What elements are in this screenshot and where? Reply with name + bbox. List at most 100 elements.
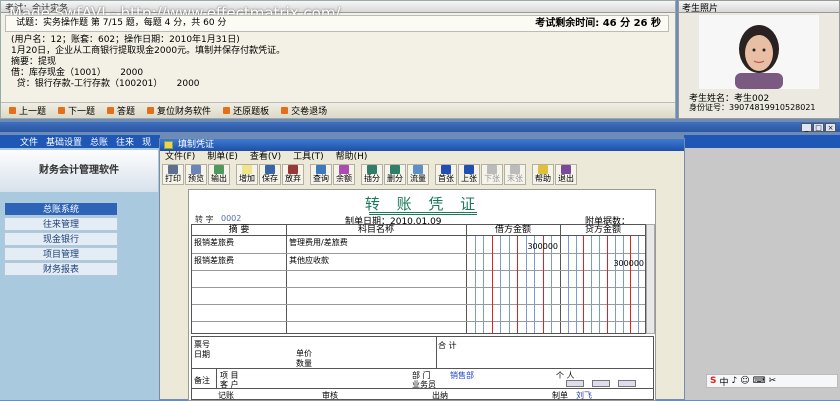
toolbar-button-0[interactable]: 打印 [162, 164, 184, 185]
nav-ledger-system[interactable]: 总账系统 [4, 202, 118, 216]
close-icon[interactable]: × [825, 123, 836, 132]
toolbar-label: 余额 [336, 174, 352, 183]
candidate-photo [699, 15, 819, 89]
row1-debit[interactable]: 300000 [492, 242, 558, 251]
next-question-button[interactable]: 下一题 [58, 104, 95, 117]
toolbar-label: 输出 [211, 174, 227, 183]
ime-mode[interactable]: 中 [719, 375, 728, 388]
candidate-id: 身份证号：39074819910528021 [689, 103, 816, 112]
grid-scrollbar[interactable] [646, 224, 655, 334]
menu-ledger[interactable]: 总账 [90, 135, 108, 148]
footer-divider [436, 337, 437, 368]
toolbar-button-16[interactable]: 退出 [555, 164, 577, 185]
card-icon[interactable] [592, 380, 610, 387]
ime-tool-icon[interactable]: ✂ [769, 376, 777, 386]
voucher-number[interactable]: 0002 [221, 214, 241, 223]
menu-file[interactable]: 文件 [20, 135, 38, 148]
card-icon[interactable] [566, 380, 584, 387]
toolbar-button-14[interactable]: 末张 [504, 164, 526, 185]
col-divider [466, 225, 467, 333]
dlg-menu-help[interactable]: 帮助(H) [336, 152, 368, 163]
toolbar-button-9[interactable]: 删分 [384, 164, 406, 185]
toolbar-label: 帮助 [535, 174, 551, 183]
nav-cash-bank[interactable]: 现金银行 [4, 232, 118, 246]
restore-board-button[interactable]: 还原题板 [223, 104, 269, 117]
voucher-form: 转 账 凭 证 转 字 0002 制单日期：2010.01.09 附单据数： 摘… [188, 189, 656, 401]
nav-reports[interactable]: 财务报表 [4, 262, 118, 276]
ime-sound-icon[interactable]: ♪ [732, 376, 738, 386]
toolbar-button-10[interactable]: 流量 [407, 164, 429, 185]
dlg-menu-make[interactable]: 制单(E) [207, 152, 238, 163]
money-gridline [591, 236, 593, 333]
toolbar-label: 删分 [387, 174, 403, 183]
submit-exit-button[interactable]: 交卷退场 [281, 104, 327, 117]
toolbar-label: 预览 [188, 174, 204, 183]
toolbar-button-15[interactable]: 帮助 [532, 164, 554, 185]
card-icon[interactable] [618, 380, 636, 387]
row1-account[interactable]: 管理费用/差旅费 [289, 237, 348, 248]
answer-button[interactable]: 答题 [107, 104, 135, 117]
toolbar-icon [242, 165, 252, 174]
row-divider [192, 321, 645, 322]
menu-receivables[interactable]: 往来 [116, 135, 134, 148]
toolbar-button-8[interactable]: 插分 [361, 164, 383, 185]
reset-software-button[interactable]: 复位财务软件 [147, 104, 211, 117]
dlg-menu-file[interactable]: 文件(F) [165, 152, 195, 163]
ime-emoji-icon[interactable]: ☺ [740, 376, 749, 386]
row-divider [192, 270, 645, 271]
toolbar-button-6[interactable]: 查询 [310, 164, 332, 185]
dialog-title: 填制凭证 [160, 139, 684, 151]
toolbar-icon [214, 165, 224, 174]
toolbar-button-2[interactable]: 输出 [208, 164, 230, 185]
app-title-bar [0, 122, 840, 132]
toolbar-icon [441, 165, 451, 174]
dlg-menu-view[interactable]: 查看(V) [250, 152, 281, 163]
toolbar-button-1[interactable]: 预览 [185, 164, 207, 185]
row2-account[interactable]: 其他应收款 [289, 255, 329, 266]
toolbar-button-7[interactable]: 余额 [333, 164, 355, 185]
voucher-title: 转 账 凭 证 [364, 195, 482, 213]
nav-list: 总账系统 往来管理 现金银行 项目管理 财务报表 [4, 202, 118, 277]
toolbar-icon [265, 165, 275, 174]
nav-projects[interactable]: 项目管理 [4, 247, 118, 261]
photo-panel-title: 考生照片 [679, 1, 839, 14]
dlg-menu-tools[interactable]: 工具(T) [293, 152, 324, 163]
money-gridline [614, 236, 616, 333]
toolbar-button-13[interactable]: 下张 [481, 164, 503, 185]
remark-label: 备注 [194, 376, 210, 385]
menu-cash[interactable]: 现 [142, 135, 151, 148]
prev-question-button[interactable]: 上一题 [9, 104, 46, 117]
ime-tray[interactable]: S 中 ♪ ☺ ⌨ ✂ [706, 374, 838, 388]
minimize-icon[interactable]: _ [801, 123, 812, 132]
ime-keyboard-icon[interactable]: ⌨ [753, 376, 766, 386]
pencil-icon [107, 107, 115, 114]
row1-summary[interactable]: 报销差旅费 [194, 237, 234, 248]
toolbar-icon [561, 165, 571, 174]
bookkeeper-label: 记账 [218, 391, 234, 400]
toolbar-icon [316, 165, 326, 174]
toolbar-button-5[interactable]: 放弃 [282, 164, 304, 185]
toolbar-button-3[interactable]: 增加 [236, 164, 258, 185]
toolbar-label: 首张 [438, 174, 454, 183]
maximize-icon[interactable]: □ [813, 123, 824, 132]
footer-divider [216, 368, 217, 388]
menu-basic-settings[interactable]: 基础设置 [46, 135, 82, 148]
toolbar-label: 下张 [484, 174, 500, 183]
exam-timer: 考试剩余时间: 46 分 26 秒 [535, 18, 661, 29]
toolbar-icon [168, 165, 178, 174]
money-gridline [474, 236, 476, 333]
toolbar-icon [390, 165, 400, 174]
total-label: 合 计 [438, 341, 457, 350]
toolbar-label: 流量 [410, 174, 426, 183]
reviewer-label: 审核 [322, 391, 338, 400]
voucher-dialog: 填制凭证 文件(F) 制单(E) 查看(V) 工具(T) 帮助(H) 打印 预览输… [159, 138, 685, 401]
nav-receivables[interactable]: 往来管理 [4, 217, 118, 231]
window-controls: _ □ × [801, 123, 836, 132]
toolbar-separator [527, 164, 531, 186]
toolbar-button-11[interactable]: 首张 [435, 164, 457, 185]
toolbar-button-12[interactable]: 上张 [458, 164, 480, 185]
row2-summary[interactable]: 报销差旅费 [194, 255, 234, 266]
toolbar-button-4[interactable]: 保存 [259, 164, 281, 185]
dept-value[interactable]: 销售部 [450, 370, 474, 381]
row2-credit[interactable]: 300000 [576, 259, 644, 268]
